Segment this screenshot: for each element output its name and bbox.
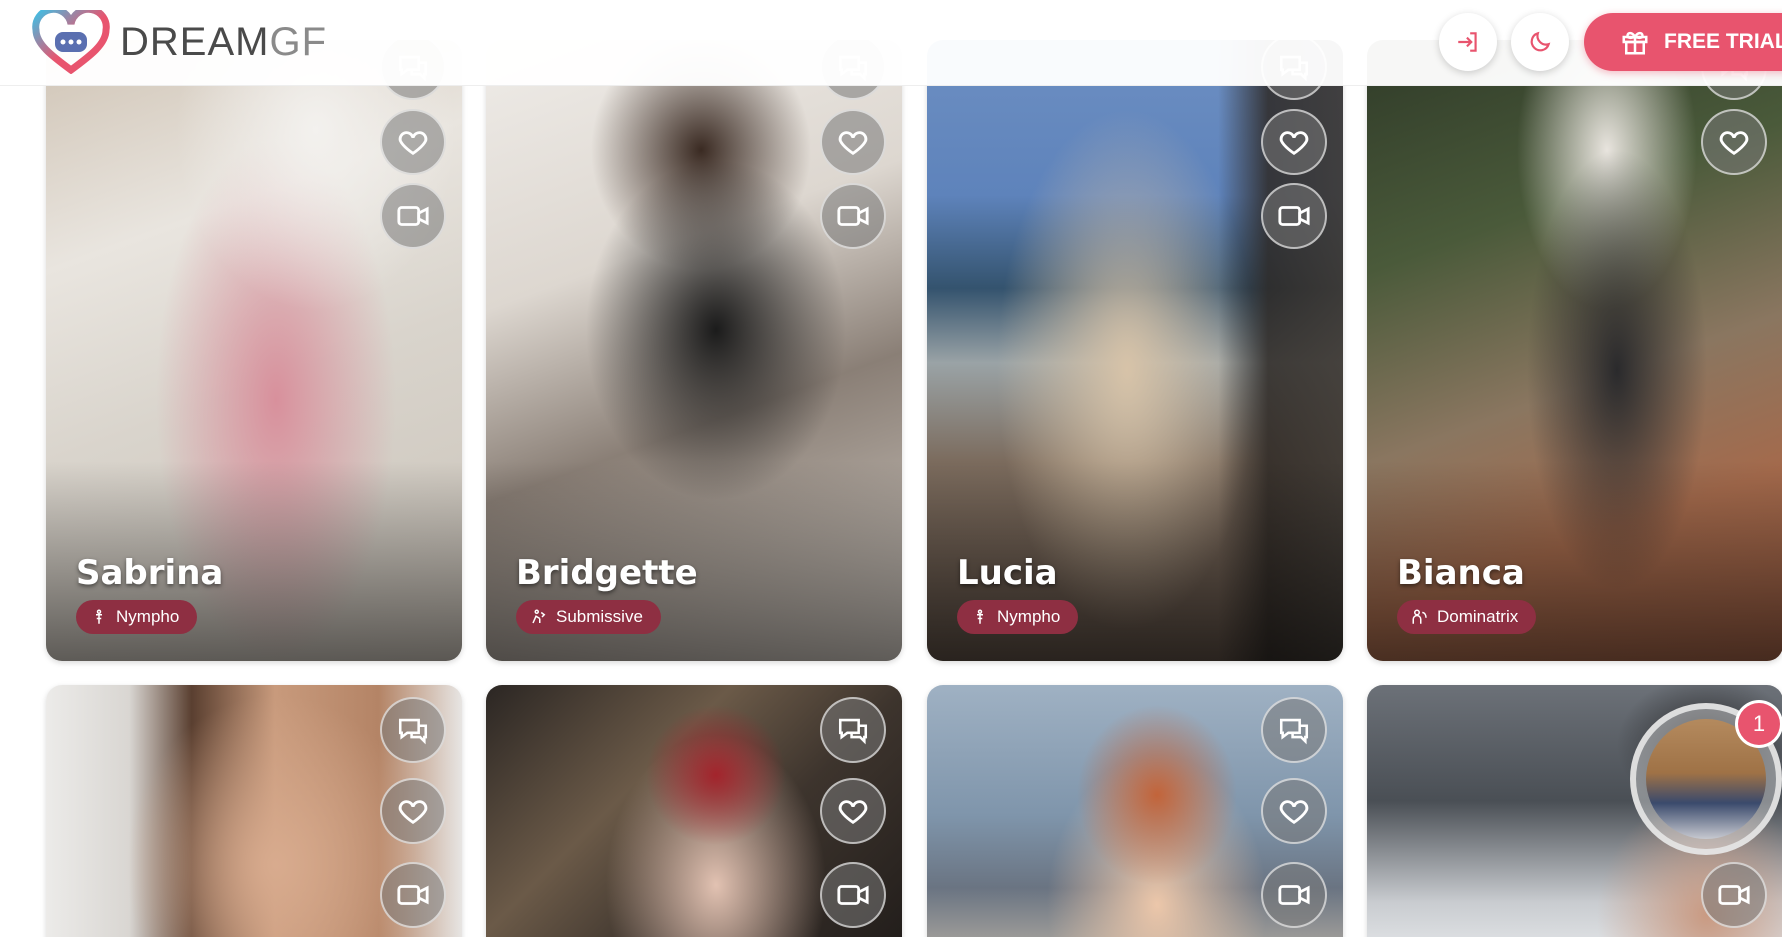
chat-button[interactable] <box>820 697 886 763</box>
video-call-button[interactable] <box>380 862 446 928</box>
personality-tag[interactable]: Submissive <box>516 600 661 634</box>
tag-label: Submissive <box>556 607 643 626</box>
tag-label: Nympho <box>997 607 1061 626</box>
heart-icon <box>1279 800 1309 825</box>
favorite-button[interactable] <box>380 778 446 844</box>
gift-icon <box>1622 31 1648 55</box>
free-trial-button[interactable]: FREE TRIAL <box>1584 13 1782 71</box>
dominatrix-icon <box>1412 609 1427 624</box>
video-icon <box>1278 885 1310 905</box>
character-card[interactable] <box>486 685 902 937</box>
heart-icon <box>838 131 868 156</box>
video-call-button[interactable] <box>380 183 446 249</box>
heart-icon <box>1279 131 1309 156</box>
nympho-icon <box>977 609 983 624</box>
favorite-button[interactable] <box>1261 109 1327 175</box>
character-name: Lucia <box>957 553 1058 593</box>
favorite-button[interactable] <box>1701 109 1767 175</box>
character-name: Bianca <box>1397 553 1525 593</box>
video-icon <box>837 885 869 905</box>
video-call-button[interactable] <box>1261 862 1327 928</box>
character-card-bridgette[interactable]: Bridgette Submissive <box>486 40 902 661</box>
favorite-button[interactable] <box>820 109 886 175</box>
chat-button[interactable] <box>1261 697 1327 763</box>
personality-tag[interactable]: Nympho <box>76 600 198 634</box>
brand-name: DREAMGF <box>120 19 327 64</box>
tag-label: Nympho <box>116 607 180 626</box>
chat-icon <box>1279 718 1309 745</box>
character-name: Bridgette <box>516 553 698 593</box>
nympho-icon <box>96 609 102 624</box>
login-button[interactable] <box>1439 13 1497 71</box>
free-trial-label: FREE TRIAL <box>1664 30 1782 53</box>
favorite-button[interactable] <box>1261 778 1327 844</box>
favorite-button[interactable] <box>380 109 446 175</box>
heart-icon <box>398 800 428 825</box>
brand-logo[interactable]: DREAMGF <box>32 10 327 74</box>
character-name: Sabrina <box>76 553 224 593</box>
video-call-button[interactable] <box>820 862 886 928</box>
theme-toggle-button[interactable] <box>1511 13 1569 71</box>
character-card-bianca[interactable]: Bianca Dominatrix <box>1367 40 1782 661</box>
login-arrow-icon <box>1458 32 1477 52</box>
video-call-button[interactable] <box>1261 183 1327 249</box>
video-icon <box>397 206 429 226</box>
video-call-button[interactable] <box>1701 862 1767 928</box>
video-icon <box>1718 885 1750 905</box>
personality-tag[interactable]: Dominatrix <box>1397 600 1537 634</box>
tag-label: Dominatrix <box>1437 607 1519 626</box>
character-card-lucia[interactable]: Lucia Nympho <box>927 40 1343 661</box>
chat-icon <box>838 718 868 745</box>
notification-badge: 1 <box>1738 703 1780 745</box>
heart-icon <box>1719 131 1749 156</box>
video-icon <box>837 206 869 226</box>
heart-chat-logo-icon <box>32 10 110 74</box>
character-card-sabrina[interactable]: Sabrina Nympho <box>46 40 462 661</box>
moon-icon <box>1530 31 1551 52</box>
heart-icon <box>838 800 868 825</box>
favorite-button[interactable] <box>820 778 886 844</box>
site-header: DREAMGF FREE TRIAL <box>0 0 1782 86</box>
video-call-button[interactable] <box>820 183 886 249</box>
heart-icon <box>398 131 428 156</box>
character-card[interactable] <box>46 685 462 937</box>
character-card[interactable] <box>927 685 1343 937</box>
chat-icon <box>398 718 428 745</box>
character-grid: Sabrina Nympho Bridgette Submissive Luci… <box>0 0 1782 937</box>
personality-tag[interactable]: Nympho <box>957 600 1079 634</box>
video-icon <box>1278 206 1310 226</box>
submissive-icon <box>532 609 546 624</box>
chat-button[interactable] <box>380 697 446 763</box>
video-icon <box>397 885 429 905</box>
